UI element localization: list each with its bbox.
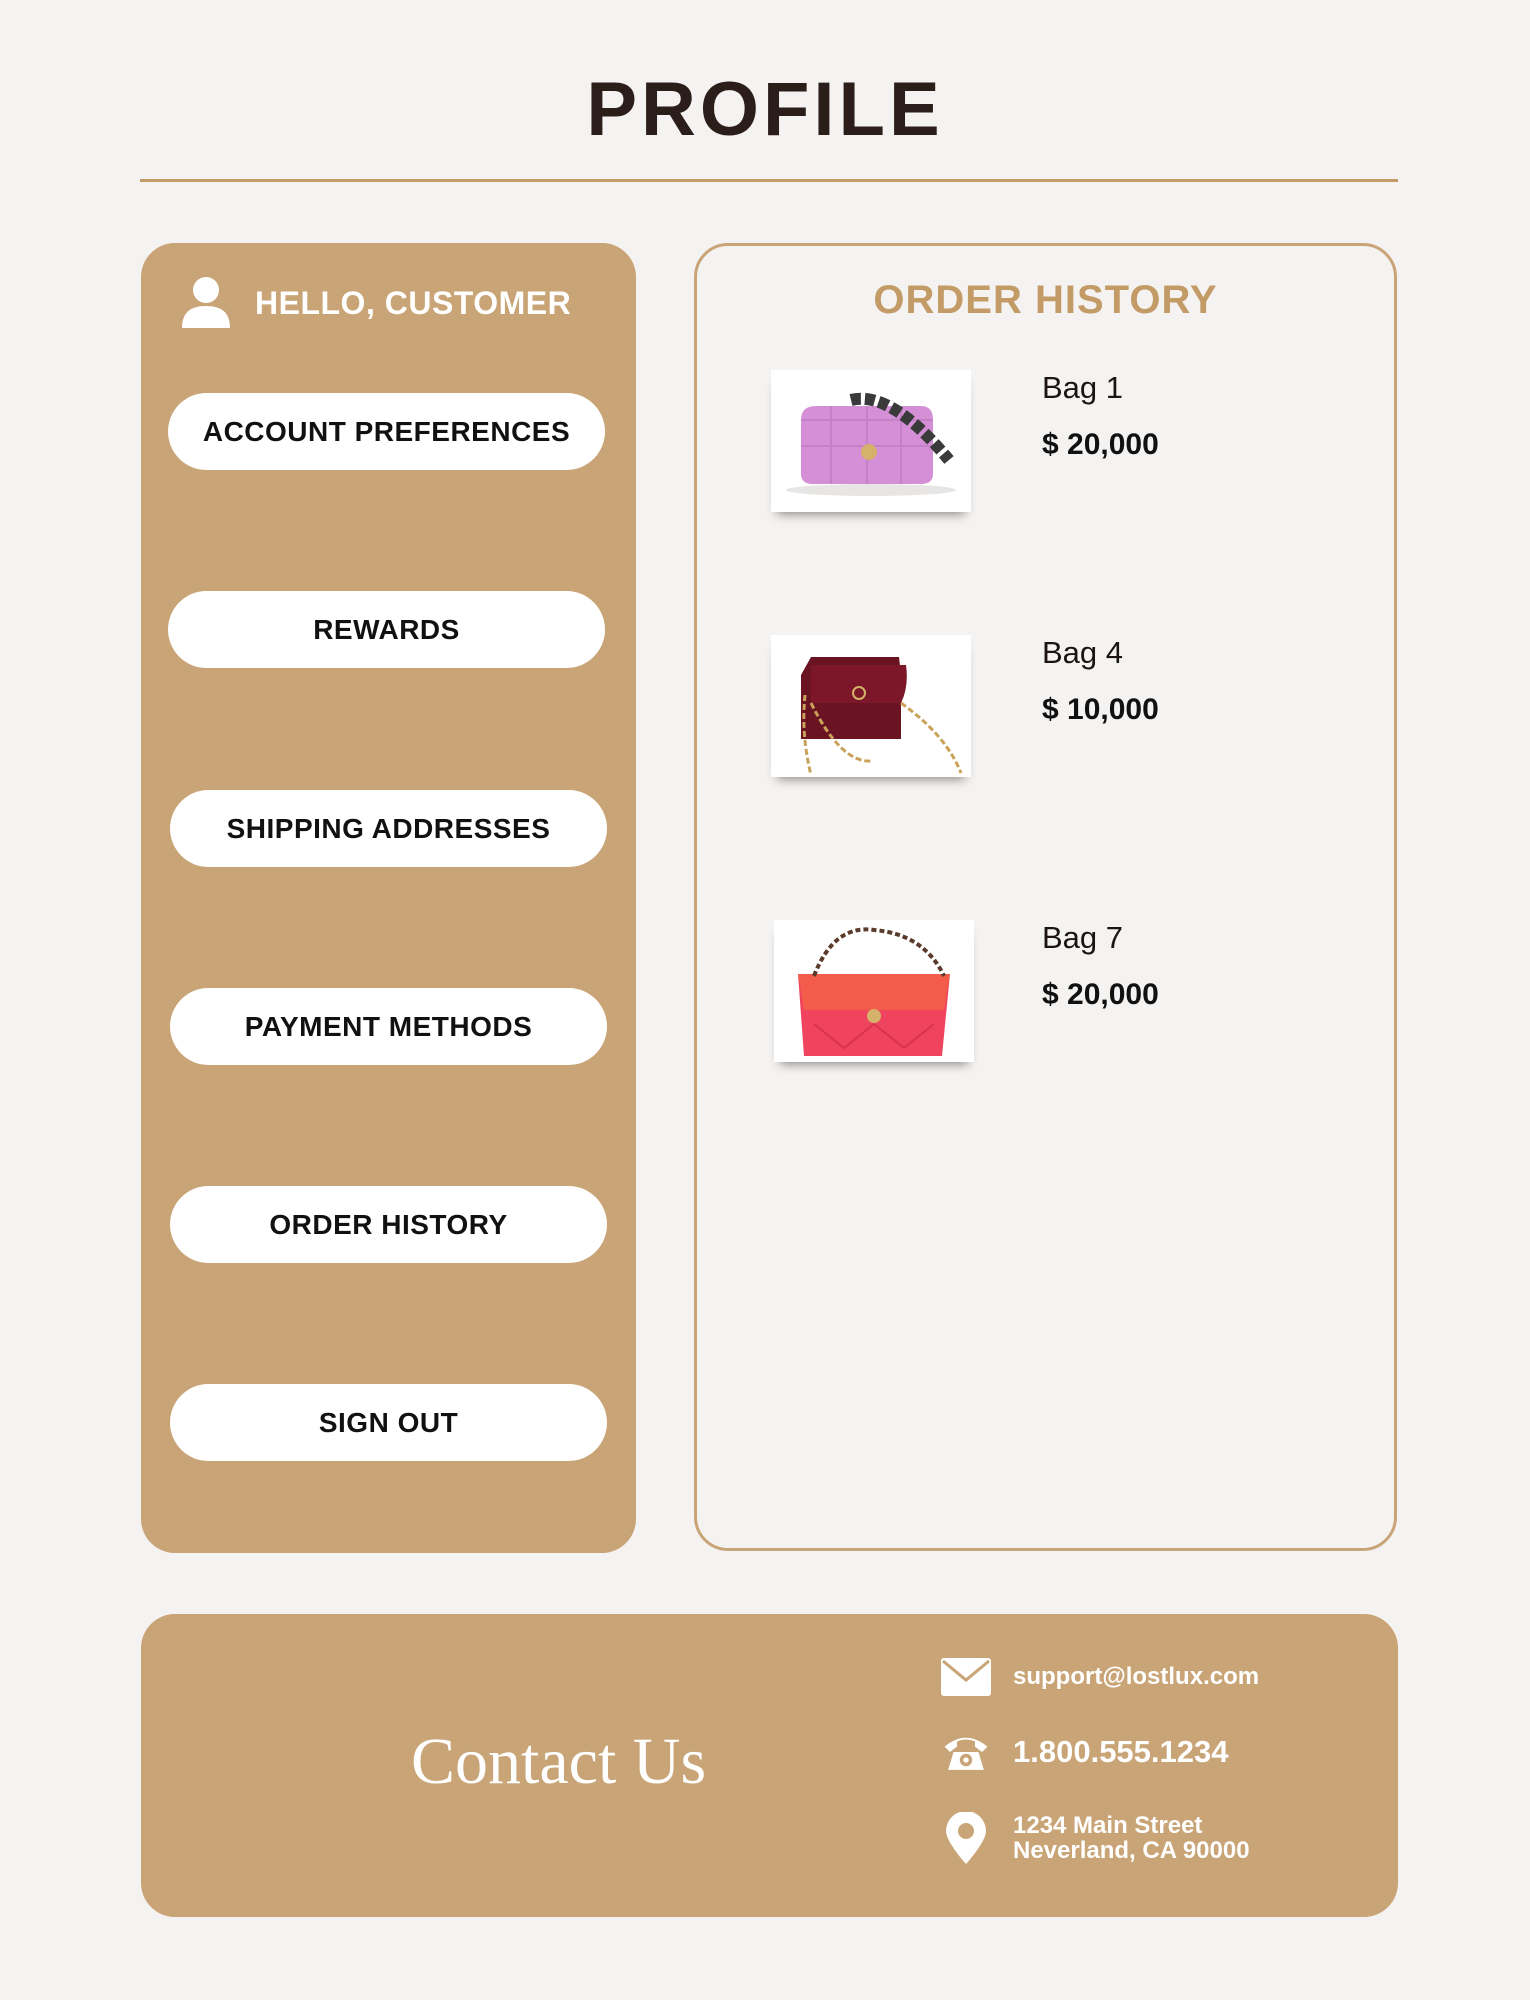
order-item[interactable]: Bag 7 $ 20,000 (774, 920, 1334, 1080)
email-row[interactable]: support@lostlux.com (941, 1658, 1259, 1696)
order-item-name: Bag 1 (1042, 370, 1124, 405)
sidebar-panel: HELLO, CUSTOMER ACCOUNT PREFERENCES REWA… (141, 243, 636, 1553)
bag-thumbnail[interactable] (771, 635, 971, 777)
address-line-1: 1234 Main Street (1013, 1812, 1203, 1839)
sign-out-button[interactable]: SIGN OUT (170, 1384, 607, 1461)
order-history-button[interactable]: ORDER HISTORY (170, 1186, 607, 1263)
order-history-title: ORDER HISTORY (873, 278, 1218, 322)
greeting-text: HELLO, CUSTOMER (255, 284, 572, 321)
order-item[interactable]: Bag 4 $ 10,000 (771, 635, 1331, 795)
order-item-name: Bag 4 (1042, 635, 1124, 670)
order-item[interactable]: Bag 1 $ 20,000 (771, 370, 1331, 530)
phone-row[interactable]: 1.800.555.1234 (941, 1730, 1229, 1774)
phone-icon (941, 1730, 991, 1774)
address-text: 1234 Main Street Neverland, CA 90000 (1013, 1813, 1250, 1863)
contact-title: Contact Us (411, 1725, 707, 1798)
phone-text[interactable]: 1.800.555.1234 (1013, 1734, 1229, 1770)
page-title: PROFILE (586, 67, 944, 152)
contact-panel: Contact Us support@lostlux.com 1.800.555… (141, 1614, 1398, 1917)
bag-thumbnail[interactable] (771, 370, 971, 512)
shipping-addresses-button[interactable]: SHIPPING ADDRESSES (170, 790, 607, 867)
order-item-name: Bag 7 (1042, 920, 1124, 955)
user-icon (181, 276, 231, 330)
mail-icon (941, 1658, 991, 1696)
payment-methods-button[interactable]: PAYMENT METHODS (170, 988, 607, 1065)
location-pin-icon (941, 1812, 991, 1864)
address-line-2: Neverland, CA 90000 (1013, 1837, 1250, 1864)
greeting: HELLO, CUSTOMER (181, 273, 571, 333)
order-item-price: $ 20,000 (1042, 428, 1159, 461)
order-history-panel: ORDER HISTORY Bag 1 $ 20,000 Bag 4 $ 10,… (694, 243, 1397, 1551)
order-item-price: $ 10,000 (1042, 693, 1159, 726)
rewards-button[interactable]: REWARDS (168, 591, 605, 668)
account-preferences-button[interactable]: ACCOUNT PREFERENCES (168, 393, 605, 470)
address-row: 1234 Main Street Neverland, CA 90000 (941, 1812, 1250, 1864)
email-text[interactable]: support@lostlux.com (1013, 1663, 1259, 1691)
order-item-price: $ 20,000 (1042, 978, 1159, 1011)
bag-thumbnail[interactable] (774, 920, 974, 1062)
title-divider (140, 179, 1398, 182)
